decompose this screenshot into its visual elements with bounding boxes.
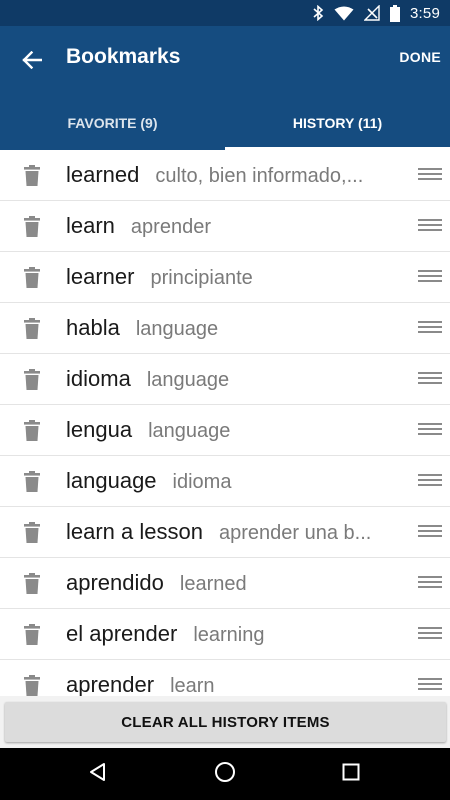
status-bar: 3:59 (0, 0, 450, 26)
trash-icon[interactable] (20, 572, 44, 596)
list-item-word: aprendido (66, 570, 164, 595)
tab-history-label: HISTORY (11) (292, 115, 383, 131)
list-item[interactable]: language idioma (0, 456, 450, 507)
tab-favorite[interactable]: FAVORITE (9) (0, 96, 225, 150)
list-item-text: el aprender learning (66, 621, 390, 648)
app-bar: Bookmarks DONE FAVORITE (9) HISTORY (11) (0, 26, 450, 150)
list-item-word: aprender (66, 672, 155, 697)
back-triangle-icon (88, 762, 108, 787)
tab-favorite-label: FAVORITE (9) (67, 115, 158, 131)
list-item-translation: language (148, 420, 231, 442)
list-item-word: lengua (66, 417, 133, 442)
nav-recents-button[interactable] (337, 760, 365, 788)
list-item-translation: learning (193, 624, 265, 646)
list-item[interactable]: learner principiante (0, 252, 450, 303)
trash-icon[interactable] (20, 623, 44, 647)
trash-icon[interactable] (20, 368, 44, 392)
trash-icon[interactable] (20, 164, 44, 188)
list-item-word: el aprender (66, 621, 178, 646)
bluetooth-icon (312, 5, 324, 21)
drag-handle-icon[interactable] (418, 369, 442, 387)
list-item[interactable]: el aprender learning (0, 609, 450, 660)
list-item-translation: learned (179, 573, 247, 595)
list-item-word: learner (66, 264, 135, 289)
trash-icon[interactable] (20, 521, 44, 545)
trash-icon[interactable] (20, 266, 44, 290)
no-signal-icon (364, 5, 380, 21)
list-item-translation: aprender una b... (218, 522, 372, 544)
list-item[interactable]: learn a lesson aprender una b... (0, 507, 450, 558)
drag-handle-icon[interactable] (418, 471, 442, 489)
home-circle-icon (214, 761, 236, 788)
drag-handle-icon[interactable] (418, 318, 442, 336)
drag-handle-icon[interactable] (418, 675, 442, 693)
drag-handle-icon[interactable] (418, 165, 442, 183)
drag-handle-icon[interactable] (418, 267, 442, 285)
drag-handle-icon[interactable] (418, 522, 442, 540)
history-list[interactable]: learned culto, bien informado,... learn apr… (0, 150, 450, 700)
list-item-text: learn a lesson aprender una b... (66, 519, 390, 546)
list-item-word: learn (66, 213, 115, 238)
list-item-translation: language (135, 318, 219, 340)
tab-bar: FAVORITE (9) HISTORY (11) (0, 96, 450, 150)
trash-icon[interactable] (20, 215, 44, 239)
done-button[interactable]: DONE (399, 49, 441, 65)
list-item-translation: idioma (172, 471, 232, 493)
drag-handle-icon[interactable] (418, 420, 442, 438)
list-item[interactable]: habla language (0, 303, 450, 354)
nav-home-button[interactable] (211, 760, 239, 788)
list-item-translation: culto, bien informado,... (155, 165, 364, 187)
trash-icon[interactable] (20, 674, 44, 698)
arrow-left-icon (22, 50, 43, 74)
list-item[interactable]: idioma language (0, 354, 450, 405)
list-item[interactable]: aprender learn (0, 660, 450, 700)
list-item-text: language idioma (66, 468, 390, 495)
navigation-bar (0, 748, 450, 800)
wifi-icon (334, 6, 354, 21)
list-item-word: idioma (66, 366, 131, 391)
clear-all-history-button[interactable]: CLEAR ALL HISTORY ITEMS (5, 702, 446, 742)
back-button[interactable] (14, 44, 50, 80)
list-item-word: learn a lesson (66, 519, 203, 544)
drag-handle-icon[interactable] (418, 573, 442, 591)
list-item-translation: language (146, 369, 230, 391)
list-item-text: habla language (66, 315, 390, 342)
battery-icon (390, 4, 400, 22)
list-item-word: learned (66, 162, 140, 187)
list-item-text: learn aprender (66, 213, 390, 240)
list-item[interactable]: learn aprender (0, 201, 450, 252)
list-item-word: language (66, 468, 157, 493)
drag-handle-icon[interactable] (418, 216, 442, 234)
list-item[interactable]: learned culto, bien informado,... (0, 150, 450, 201)
list-item[interactable]: aprendido learned (0, 558, 450, 609)
list-item-translation: aprender (130, 216, 211, 238)
status-time: 3:59 (410, 4, 440, 22)
nav-back-button[interactable] (84, 760, 112, 788)
list-item[interactable]: lengua language (0, 405, 450, 456)
list-item-text: learner principiante (66, 264, 390, 291)
trash-icon[interactable] (20, 419, 44, 443)
list-item-translation: principiante (150, 267, 253, 289)
list-item-word: habla (66, 315, 120, 340)
list-item-text: lengua language (66, 417, 390, 444)
list-item-text: aprender learn (66, 672, 390, 699)
list-item-translation: learn (170, 675, 215, 697)
drag-handle-icon[interactable] (418, 624, 442, 642)
trash-icon[interactable] (20, 317, 44, 341)
clear-button-area: CLEAR ALL HISTORY ITEMS (0, 696, 450, 748)
list-item-text: aprendido learned (66, 570, 390, 597)
tab-history[interactable]: HISTORY (11) (225, 96, 450, 150)
trash-icon[interactable] (20, 470, 44, 494)
recents-square-icon (342, 763, 360, 786)
list-item-text: learned culto, bien informado,... (66, 162, 390, 189)
bookmarks-screen: 3:59 Bookmarks DONE FAVORITE (9) HISTORY… (0, 0, 450, 800)
list-item-text: idioma language (66, 366, 390, 393)
page-title: Bookmarks (66, 45, 181, 68)
